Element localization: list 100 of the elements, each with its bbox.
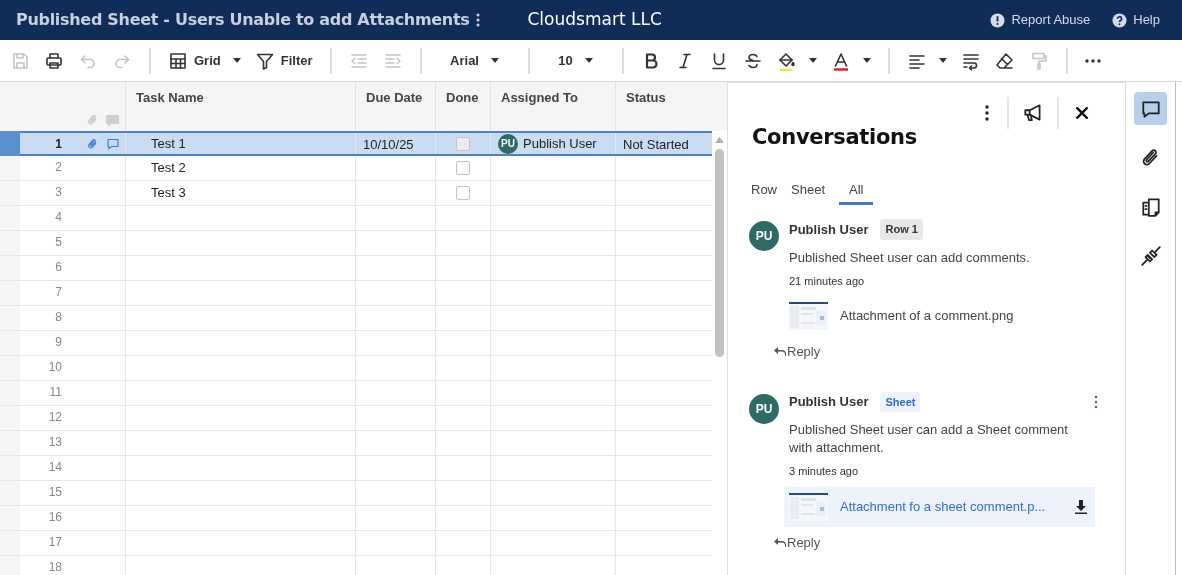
done-checkbox[interactable] <box>456 136 470 151</box>
timestamp: 3 minutes ago <box>789 464 860 479</box>
table-row[interactable]: 12 <box>0 406 712 431</box>
table-row[interactable]: 14 <box>0 456 712 481</box>
scope-tag: Row 1 <box>880 219 923 240</box>
row-handle[interactable] <box>0 306 20 330</box>
comment-icon <box>106 115 119 127</box>
table-row[interactable]: 3 Test 3 <box>0 181 712 206</box>
table-row[interactable]: 13 <box>0 431 712 456</box>
caret-icon <box>232 58 241 63</box>
panel-title: Conversations <box>752 124 918 151</box>
download-icon[interactable] <box>1075 499 1087 514</box>
row-handle[interactable] <box>0 481 20 505</box>
row-number: 1 <box>54 136 63 153</box>
row-handle[interactable] <box>0 381 20 405</box>
table-row[interactable]: 6 <box>0 256 712 281</box>
reply-link[interactable]: Reply <box>774 532 821 552</box>
cell-text: Publish User <box>523 134 597 153</box>
row-handle[interactable] <box>0 356 20 380</box>
help-icon <box>1112 12 1128 28</box>
row-handle[interactable] <box>0 231 20 255</box>
table-row[interactable]: 11 <box>0 381 712 406</box>
row-handle[interactable] <box>0 256 20 280</box>
table-row[interactable]: 4 <box>0 206 712 231</box>
more-icon <box>1094 394 1098 409</box>
row-handle[interactable] <box>0 181 20 205</box>
done-checkbox[interactable] <box>456 186 470 200</box>
fill-color-icon <box>776 50 797 71</box>
table-row[interactable]: 10 <box>0 356 712 381</box>
close-icon <box>1074 105 1090 121</box>
report-abuse-link[interactable]: Report Abuse <box>990 10 1091 30</box>
filter-tab[interactable]: Row <box>751 179 777 205</box>
row-handle[interactable] <box>0 506 20 530</box>
cell-text: Test 3 <box>151 184 186 203</box>
caret-icon <box>808 58 817 63</box>
alert-icon <box>990 12 1006 28</box>
row-handle[interactable] <box>0 531 20 555</box>
eraser-icon <box>994 50 1015 71</box>
cell-text: Not Started <box>623 136 689 154</box>
view-dropdown[interactable]: Grid <box>161 44 248 77</box>
row-handle[interactable] <box>0 281 20 305</box>
table-row[interactable]: 1 Test 1 10/10/25 PU Publish User Not Started <box>0 131 712 156</box>
comment-text: Published Sheet user can add a Sheet comment with attachment. <box>789 421 1069 457</box>
row-handle[interactable] <box>0 406 20 430</box>
table-row[interactable]: 17 <box>0 531 712 556</box>
table-row[interactable]: 16 <box>0 506 712 531</box>
attachment-item[interactable]: Attachment of a comment.png <box>784 296 1095 336</box>
row-handle[interactable] <box>0 556 20 575</box>
scope-tag: Sheet <box>880 391 921 412</box>
document-icon <box>1139 195 1162 218</box>
column-header: Status <box>626 89 666 107</box>
table-row[interactable]: 5 <box>0 231 712 256</box>
table-row[interactable]: 9 <box>0 331 712 356</box>
avatar: PU <box>749 393 779 424</box>
caret-icon <box>862 58 871 63</box>
reply-link[interactable]: Reply <box>774 342 821 362</box>
attachment-name: Attachment fo a sheet comment.p... <box>840 497 1046 516</box>
reply-icon <box>774 537 786 547</box>
sheet-title: Published Sheet - Users Unable to add Attachments <box>15 9 470 31</box>
attachment-item[interactable]: Attachment fo a sheet comment.p... <box>784 486 1095 527</box>
filter-tab[interactable]: Sheet <box>791 179 825 205</box>
help-link[interactable]: Help <box>1112 10 1160 30</box>
row-handle[interactable] <box>0 331 20 355</box>
column-header: Due Date <box>366 89 423 107</box>
filter-button[interactable]: Filter <box>247 44 320 77</box>
font-dropdown[interactable]: Arial <box>431 44 518 77</box>
reply-icon <box>774 347 786 357</box>
column-header: Done <box>446 89 479 107</box>
table-row[interactable]: 18 <box>0 556 712 575</box>
cell-text: Test 2 <box>151 159 186 178</box>
font-size-dropdown[interactable]: 10 <box>539 44 612 77</box>
table-row[interactable]: 2 Test 2 <box>0 156 712 181</box>
table-row[interactable]: 15 <box>0 481 712 506</box>
author-name: Publish User <box>789 393 869 411</box>
grid-icon <box>168 50 188 71</box>
more-icon <box>1084 58 1101 63</box>
more-icon[interactable] <box>475 13 480 27</box>
column-header: Assigned To <box>501 89 579 107</box>
done-checkbox[interactable] <box>456 161 470 175</box>
print-icon <box>44 50 64 71</box>
cell-text: Test 1 <box>151 134 186 153</box>
row-handle[interactable] <box>0 156 20 180</box>
filter-tab[interactable]: All <box>839 179 874 205</box>
table-row[interactable]: 8 <box>0 306 712 331</box>
scroll-up-icon[interactable] <box>715 137 724 143</box>
row-handle[interactable] <box>0 131 20 156</box>
row-handle[interactable] <box>0 456 20 480</box>
comment-text: Published Sheet user can add comments. <box>789 248 1031 267</box>
table-row[interactable]: 7 <box>0 281 712 306</box>
column-header: Task Name <box>136 89 204 107</box>
row-handle[interactable] <box>0 206 20 230</box>
author-name: Publish User <box>789 220 869 239</box>
caret-icon <box>491 58 499 63</box>
timestamp: 21 minutes ago <box>789 273 866 289</box>
plug-icon <box>1139 244 1162 267</box>
row-handle[interactable] <box>0 431 20 455</box>
save-icon <box>10 50 30 71</box>
comments-tab[interactable] <box>1134 92 1167 125</box>
cell-text: 10/10/25 <box>363 136 414 154</box>
company-name: Cloudsmart LLC <box>527 8 662 32</box>
